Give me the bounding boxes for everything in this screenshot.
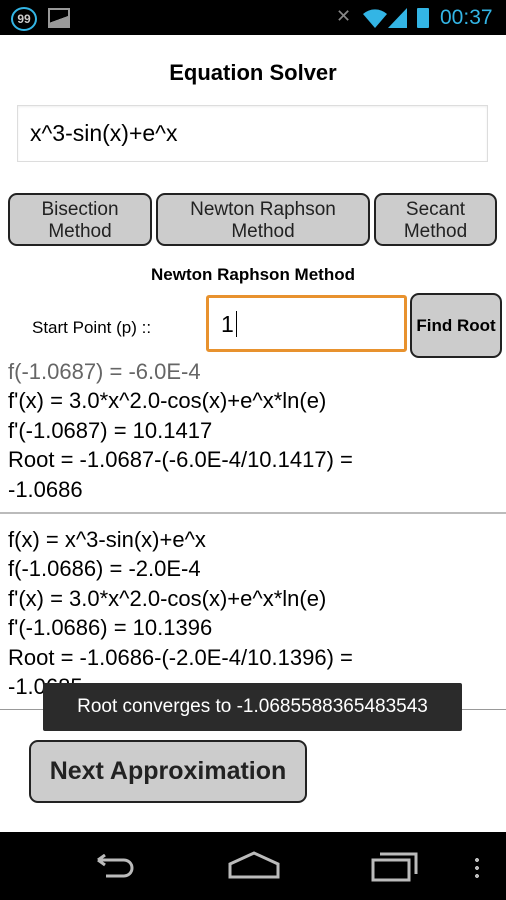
- result-log[interactable]: f(-1.0687) = -6.0E-4 f'(x) = 3.0*x^2.0-c…: [0, 352, 506, 710]
- toast-message: Root converges to -1.0685588365483543: [43, 683, 462, 731]
- equation-input[interactable]: x^3-sin(x)+e^x: [17, 105, 488, 162]
- log-line: -1.0686: [8, 477, 83, 502]
- battery-icon: [417, 8, 429, 28]
- log-line: f'(x) = 3.0*x^2.0-cos(x)+e^x*ln(e): [8, 388, 327, 413]
- status-bar: 99 ✕ 00:37: [0, 0, 506, 35]
- wifi-icon: [363, 9, 387, 28]
- log-line: f(-1.0687) = -6.0E-4: [8, 359, 201, 384]
- signal-icon: [388, 8, 407, 28]
- image-icon: [48, 8, 70, 28]
- log-line: f(x) = x^3-sin(x)+e^x: [8, 527, 206, 552]
- page-title: Equation Solver: [169, 60, 337, 85]
- log-line: Root = -1.0687-(-6.0E-4/10.1417) =: [8, 447, 353, 472]
- log-line: f'(-1.0686) = 10.1396: [8, 615, 213, 640]
- mute-icon: ✕: [336, 6, 352, 26]
- start-point-label: Start Point (p) ::: [32, 318, 152, 337]
- next-approximation-button[interactable]: Next Approximation: [29, 740, 307, 803]
- bisection-method-button[interactable]: Bisection Method: [8, 193, 152, 246]
- divider: [0, 512, 506, 514]
- clock: 00:37: [440, 6, 493, 29]
- log-line: Root = -1.0686-(-2.0E-4/10.1396) =: [8, 645, 353, 670]
- newton-raphson-method-button[interactable]: Newton Raphson Method: [156, 193, 370, 246]
- home-icon[interactable]: [227, 850, 281, 880]
- menu-icon[interactable]: [475, 856, 479, 878]
- start-point-input[interactable]: 1: [206, 295, 407, 352]
- notification-99-icon: 99: [11, 7, 37, 31]
- log-line: f(-1.0686) = -2.0E-4: [8, 556, 201, 581]
- recent-apps-icon[interactable]: [370, 850, 420, 882]
- navigation-bar: [0, 832, 506, 900]
- method-label: Newton Raphson Method: [151, 265, 355, 284]
- secant-method-button[interactable]: Secant Method: [374, 193, 497, 246]
- find-root-button[interactable]: Find Root: [410, 293, 502, 358]
- back-icon[interactable]: [88, 854, 136, 878]
- log-line: f'(-1.0687) = 10.1417: [8, 418, 213, 443]
- log-line: f'(x) = 3.0*x^2.0-cos(x)+e^x*ln(e): [8, 586, 327, 611]
